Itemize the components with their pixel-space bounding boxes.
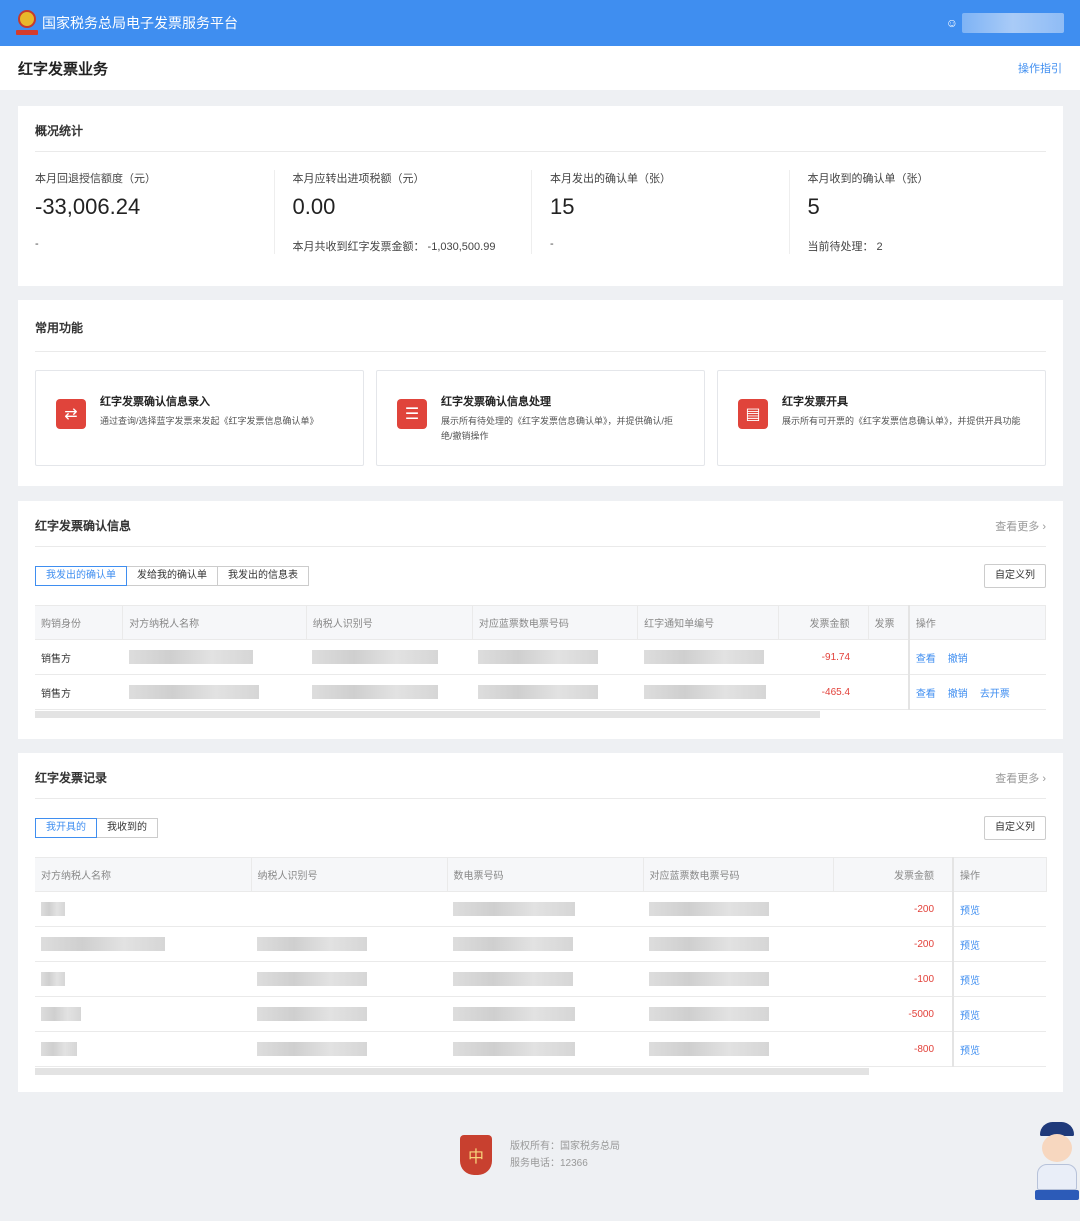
guide-link[interactable]: 操作指引 xyxy=(1018,60,1062,76)
stat-sent-confirmations: 本月发出的确认单（张） 15 - xyxy=(531,170,789,254)
user-icon[interactable]: ☺ xyxy=(946,16,958,30)
functions-title: 常用功能 xyxy=(35,300,1046,352)
func-confirm-process[interactable]: ☰ 红字发票确认信息处理 展示所有待处理的《红字发票信息确认单》，并提供确认/拒绝… xyxy=(376,370,705,466)
national-emblem-icon xyxy=(16,10,38,36)
tab-sent-confirmations[interactable]: 我发出的确认单 xyxy=(35,566,127,586)
overview-card: 概况统计 本月回退授信额度（元） -33,006.24 - 本月应转出进项税额（… xyxy=(18,106,1063,286)
table-row: -5000 预览 xyxy=(35,996,1046,1032)
assistant-mascot-icon[interactable] xyxy=(1034,1122,1080,1202)
page-header: 红字发票业务 操作指引 xyxy=(0,46,1080,90)
masked-value xyxy=(257,1042,367,1056)
masked-value xyxy=(41,1007,81,1021)
tab-received-confirmations[interactable]: 发给我的确认单 xyxy=(126,566,218,586)
masked-value xyxy=(643,650,764,664)
view-link[interactable]: 查看 xyxy=(916,689,936,700)
func-invoice-issue[interactable]: ▤ 红字发票开具 展示所有可开票的《红字发票信息确认单》，并提供开具功能 xyxy=(717,370,1046,466)
masked-value xyxy=(128,650,253,664)
records-table: 对方纳税人名称 纳税人识别号 数电票号码 对应蓝票数电票号码 发票金额 操作 -… xyxy=(35,857,1047,1067)
masked-value xyxy=(453,902,575,916)
service-phone-text: 服务电话：12366 xyxy=(510,1158,588,1169)
functions-list: ⇄ 红字发票确认信息录入 通过查询/选择蓝字发票来发起《红字发票信息确认单》 ☰ … xyxy=(35,352,1046,466)
preview-link[interactable]: 预览 xyxy=(960,941,980,952)
confirm-info-toolbar: 我发出的确认单 发给我的确认单 我发出的信息表 自定义列 xyxy=(35,547,1046,605)
tab-received-by-me[interactable]: 我收到的 xyxy=(96,818,158,838)
tab-issued-by-me[interactable]: 我开具的 xyxy=(35,818,97,838)
top-bar: 国家税务总局电子发票服务平台 ☺ xyxy=(0,0,1080,46)
stat-credit-rollback: 本月回退授信额度（元） -33,006.24 - xyxy=(35,173,156,250)
tax-audit-logo-icon: 中 xyxy=(460,1135,492,1175)
masked-value xyxy=(649,937,769,951)
functions-card: 常用功能 ⇄ 红字发票确认信息录入 通过查询/选择蓝字发票来发起《红字发票信息确认… xyxy=(18,300,1063,486)
func-confirm-entry[interactable]: ⇄ 红字发票确认信息录入 通过查询/选择蓝字发票来发起《红字发票信息确认单》 xyxy=(35,370,364,466)
stat-received-confirmations: 本月收到的确认单（张） 5 当前待处理： 2 xyxy=(788,170,1047,254)
user-menu[interactable]: ☺ xyxy=(946,13,1064,33)
masked-value xyxy=(128,685,259,699)
records-tabs: 我开具的 我收到的 xyxy=(35,818,158,838)
masked-value xyxy=(257,1007,367,1021)
brand: 国家税务总局电子发票服务平台 xyxy=(16,10,238,36)
masked-value xyxy=(478,650,599,664)
page-title: 红字发票业务 xyxy=(18,60,109,78)
overview-title: 概况统计 xyxy=(35,106,1046,152)
tab-sent-info-sheets[interactable]: 我发出的信息表 xyxy=(217,566,309,586)
custom-columns-button[interactable]: 自定义列 xyxy=(984,816,1046,840)
records-toolbar: 我开具的 我收到的 自定义列 xyxy=(35,799,1046,857)
issue-invoice-link[interactable]: 去开票 xyxy=(980,689,1010,700)
preview-link[interactable]: 预览 xyxy=(960,906,980,917)
horizontal-scrollbar[interactable] xyxy=(35,711,820,718)
records-more-link[interactable]: 查看更多 › xyxy=(995,770,1046,786)
stats-row: 本月回退授信额度（元） -33,006.24 - 本月应转出进项税额（元） 0.… xyxy=(35,152,1046,254)
confirm-info-table: 购销身份 对方纳税人名称 纳税人识别号 对应蓝票数电票号码 红字通知单编号 发票… xyxy=(35,605,1046,710)
masked-value xyxy=(649,902,769,916)
masked-value xyxy=(649,1042,769,1056)
user-name-masked[interactable] xyxy=(962,13,1064,33)
masked-value xyxy=(649,1007,769,1021)
table-row: -200 预览 xyxy=(35,926,1046,962)
masked-value xyxy=(257,972,367,986)
horizontal-scrollbar[interactable] xyxy=(35,1068,869,1075)
table-row: -800 预览 xyxy=(35,1031,1046,1067)
copyright-text: 版权所有：国家税务总局 xyxy=(510,1141,620,1152)
platform-title: 国家税务总局电子发票服务平台 xyxy=(42,15,238,31)
masked-value xyxy=(478,685,599,699)
records-title: 红字发票记录 查看更多 › xyxy=(35,753,1046,799)
masked-value xyxy=(453,1042,575,1056)
masked-value xyxy=(453,937,573,951)
masked-value xyxy=(257,937,367,951)
masked-value xyxy=(41,937,165,951)
table-row: -200 预览 xyxy=(35,891,1046,927)
masked-value xyxy=(453,972,573,986)
custom-columns-button[interactable]: 自定义列 xyxy=(984,564,1046,588)
masked-value xyxy=(649,972,769,986)
exchange-icon: ⇄ xyxy=(56,399,86,429)
invoice-issue-icon: ▤ xyxy=(738,399,768,429)
preview-link[interactable]: 预览 xyxy=(960,1046,980,1057)
view-link[interactable]: 查看 xyxy=(916,654,936,665)
table-row: -100 预览 xyxy=(35,961,1046,997)
masked-value xyxy=(453,1007,575,1021)
table-row: 销售方 -465.4 查看 撤销 去开票 xyxy=(35,674,1046,710)
confirm-info-title: 红字发票确认信息 查看更多 › xyxy=(35,501,1046,547)
masked-value xyxy=(643,685,766,699)
masked-value xyxy=(41,1042,77,1056)
records-card: 红字发票记录 查看更多 › 我开具的 我收到的 自定义列 对方纳税人名称 纳税人… xyxy=(18,753,1063,1092)
table-row: 销售方 -91.74 查看 撤销 xyxy=(35,639,1046,675)
masked-value xyxy=(41,972,65,986)
document-process-icon: ☰ xyxy=(397,399,427,429)
stat-input-tax-transfer: 本月应转出进项税额（元） 0.00 本月共收到红字发票金额： -1,030,50… xyxy=(273,170,532,254)
masked-value xyxy=(41,902,65,916)
preview-link[interactable]: 预览 xyxy=(960,1011,980,1022)
revoke-link[interactable]: 撤销 xyxy=(948,654,968,665)
confirm-info-tabs: 我发出的确认单 发给我的确认单 我发出的信息表 xyxy=(35,566,309,586)
masked-value xyxy=(312,650,439,664)
masked-value xyxy=(312,685,439,699)
confirm-info-more-link[interactable]: 查看更多 › xyxy=(995,518,1046,534)
confirm-info-card: 红字发票确认信息 查看更多 › 我发出的确认单 发给我的确认单 我发出的信息表 … xyxy=(18,501,1063,739)
preview-link[interactable]: 预览 xyxy=(960,976,980,987)
revoke-link[interactable]: 撤销 xyxy=(948,689,968,700)
footer: 中 版权所有：国家税务总局 服务电话：12366 xyxy=(0,1135,1080,1175)
